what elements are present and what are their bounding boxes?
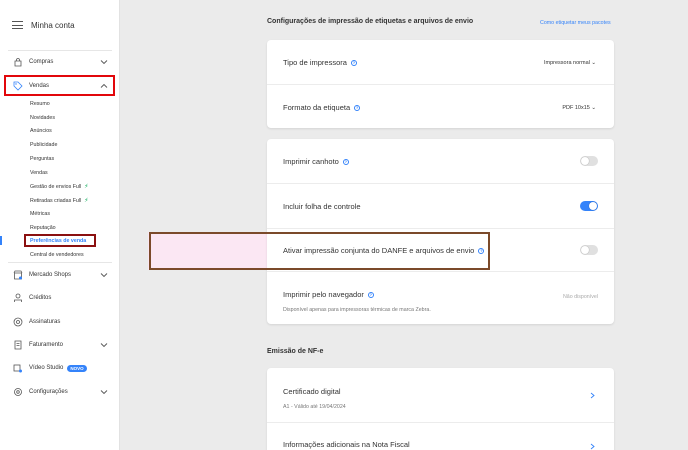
sidebar-item-configuracoes[interactable]: Configurações (0, 383, 120, 401)
sidebar-subitem-novidades[interactable]: Novidades (30, 115, 55, 121)
sidebar: Minha conta Compras Vendas Resumo Novida… (0, 0, 120, 450)
gear-icon (12, 387, 23, 398)
tipo-impressora-select[interactable]: Impressora normal ⌄ (544, 60, 596, 66)
help-icon[interactable]: ? (354, 104, 361, 111)
main-content: Configurações de impressão de etiquetas … (120, 0, 688, 450)
navegador-label: Imprimir pelo navegador (283, 290, 364, 299)
danfe-highlight-box (149, 232, 490, 270)
preferencias-highlight-box (24, 234, 96, 247)
tipo-impressora-label: Tipo de impressora (283, 58, 347, 67)
shopping-bag-icon (12, 57, 23, 68)
certificado-label: Certificado digital (283, 387, 341, 396)
sidebar-item-mercado-shops[interactable]: Mercado Shops (0, 266, 120, 284)
new-badge: NOVO (67, 364, 87, 372)
sidebar-subitem-reputacao[interactable]: Reputação (30, 225, 56, 231)
navegador-row: Imprimir pelo navegador ? Disponível ape… (267, 271, 614, 324)
sidebar-subitem-resumo[interactable]: Resumo (30, 101, 50, 107)
sidebar-subitem-publicidade[interactable]: Publicidade (30, 142, 57, 148)
folha-controle-row: Incluir folha de controle (267, 183, 614, 228)
sidebar-item-video-studio[interactable]: Vídeo Studio NOVO (0, 359, 120, 377)
credits-icon (12, 293, 23, 304)
help-icon[interactable]: ? (367, 291, 374, 298)
sidebar-header: Minha conta (0, 0, 120, 50)
lightning-icon: ⚡ (84, 198, 89, 204)
formato-etiqueta-row[interactable]: Formato da etiqueta ? PDF 10x15 ⌄ (267, 84, 614, 128)
sidebar-title: Minha conta (31, 20, 75, 30)
sidebar-item-creditos[interactable]: Créditos (0, 289, 120, 307)
info-adicionais-label: Informações adicionais na Nota Fiscal (283, 440, 410, 449)
navegador-status: Não disponível (562, 294, 598, 300)
chevron-down-icon (100, 390, 108, 395)
tipo-impressora-row[interactable]: Tipo de impressora ? Impressora normal ⌄ (267, 40, 614, 84)
certificado-validity: A1 - Válido até 19/04/2024 (283, 404, 346, 410)
folha-controle-label: Incluir folha de controle (283, 202, 361, 211)
sidebar-subitem-gestao-envios-full[interactable]: Gestão de envios Full ⚡ (30, 183, 89, 191)
chevron-down-icon (100, 60, 108, 65)
imprimir-canhoto-label: Imprimir canhoto (283, 157, 339, 166)
subscription-icon (12, 317, 23, 328)
formato-etiqueta-label: Formato da etiqueta (283, 103, 351, 112)
store-icon (12, 270, 23, 281)
sidebar-subitem-anuncios[interactable]: Anúncios (30, 128, 52, 134)
canhoto-toggle[interactable] (580, 156, 598, 166)
invoice-icon (12, 340, 23, 351)
danfe-toggle[interactable] (580, 245, 598, 255)
printer-settings-card: Tipo de impressora ? Impressora normal ⌄… (267, 40, 614, 128)
chevron-down-icon (100, 273, 108, 278)
menu-icon[interactable] (12, 21, 23, 29)
chevron-right-icon (590, 392, 595, 399)
vendas-highlight-box (4, 75, 115, 96)
video-icon (12, 363, 23, 374)
sidebar-subitem-central-vendedores[interactable]: Central de vendedores (30, 252, 84, 258)
navegador-description: Disponível apenas para impressoras térmi… (283, 307, 431, 313)
imprimir-canhoto-row: Imprimir canhoto ? (267, 139, 614, 183)
certificado-row[interactable]: Certificado digital A1 - Válido até 19/0… (267, 368, 614, 422)
nfe-card: Certificado digital A1 - Válido até 19/0… (267, 368, 614, 450)
sidebar-subitem-retiradas-full[interactable]: Retiradas criadas Full ⚡ (30, 197, 89, 205)
sidebar-item-faturamento[interactable]: Faturamento (0, 336, 120, 354)
sidebar-divider (8, 262, 112, 263)
lightning-icon: ⚡ (84, 184, 89, 190)
section-title-nfe: Emissão de NF-e (267, 348, 324, 355)
section-title-impressao: Configurações de impressão de etiquetas … (267, 18, 474, 25)
sidebar-item-assinaturas[interactable]: Assinaturas (0, 313, 120, 331)
sidebar-subitem-metricas[interactable]: Métricas (30, 211, 50, 217)
help-icon[interactable]: ? (350, 59, 357, 66)
folha-controle-toggle[interactable] (580, 201, 598, 211)
how-to-label-link[interactable]: Como etiquetar meus pacotes (540, 20, 611, 26)
chevron-right-icon (590, 443, 595, 450)
active-indicator (0, 236, 2, 245)
info-adicionais-row[interactable]: Informações adicionais na Nota Fiscal (267, 422, 614, 450)
formato-etiqueta-select[interactable]: PDF 10x15 ⌄ (562, 105, 596, 111)
sidebar-subitem-vendas[interactable]: Vendas (30, 170, 48, 176)
sidebar-item-compras[interactable]: Compras (0, 53, 120, 71)
help-icon[interactable]: ? (342, 158, 349, 165)
sidebar-subitem-perguntas[interactable]: Perguntas (30, 156, 54, 162)
sidebar-divider (8, 50, 112, 51)
chevron-down-icon (100, 343, 108, 348)
